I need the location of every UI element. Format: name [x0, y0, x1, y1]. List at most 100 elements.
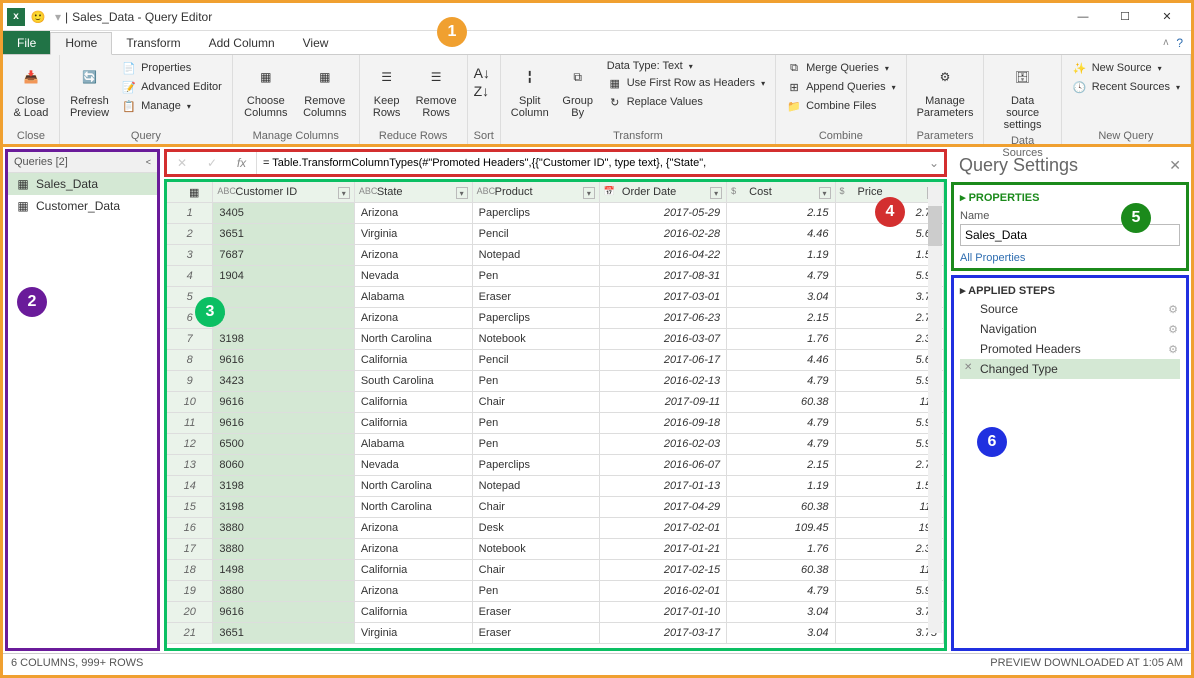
- help-icon[interactable]: ?: [1176, 36, 1183, 50]
- step-delete-icon[interactable]: ✕: [964, 362, 972, 373]
- cell[interactable]: Arizona: [355, 308, 473, 329]
- cell[interactable]: 4.79: [727, 266, 835, 287]
- cell[interactable]: 3.04: [727, 623, 835, 644]
- step-gear-icon[interactable]: ⚙: [1168, 303, 1178, 316]
- new-source-button[interactable]: ✨New Source▾: [1068, 59, 1184, 77]
- split-column-button[interactable]: ╏Split Column: [507, 59, 553, 121]
- cell[interactable]: 4.79: [727, 434, 835, 455]
- applied-step[interactable]: Promoted Headers⚙: [960, 339, 1180, 359]
- cell[interactable]: Alabama: [355, 434, 473, 455]
- cell[interactable]: Nevada: [355, 266, 473, 287]
- table-row[interactable]: 67ArizonaPaperclips2017-06-232.152.79: [167, 308, 944, 329]
- cell[interactable]: 3198: [213, 497, 354, 518]
- merge-queries-button[interactable]: ⧉Merge Queries▾: [782, 59, 900, 77]
- cell[interactable]: Arizona: [355, 245, 473, 266]
- keep-rows-button[interactable]: ☰Keep Rows: [366, 59, 408, 121]
- cell[interactable]: 3651: [213, 224, 354, 245]
- cell[interactable]: Eraser: [473, 623, 600, 644]
- step-gear-icon[interactable]: ⚙: [1168, 323, 1178, 336]
- query-item-sales[interactable]: ▦ Sales_Data: [8, 173, 157, 195]
- table-row[interactable]: 109616CaliforniaChair2017-09-1160.38115: [167, 392, 944, 413]
- cell[interactable]: 2017-05-29: [600, 203, 727, 224]
- column-header[interactable]: ABCCustomer ID▾: [213, 182, 354, 203]
- cell[interactable]: 2016-06-07: [600, 455, 727, 476]
- cell[interactable]: 7: [213, 308, 354, 329]
- cell[interactable]: California: [355, 560, 473, 581]
- cell[interactable]: 9616: [213, 350, 354, 371]
- cell[interactable]: Chair: [473, 497, 600, 518]
- cell[interactable]: Virginia: [355, 224, 473, 245]
- cell[interactable]: 1498: [213, 560, 354, 581]
- row-header-corner[interactable]: ▦: [167, 182, 213, 203]
- sort-desc-button[interactable]: Z↓: [474, 83, 490, 99]
- cell[interactable]: Arizona: [355, 539, 473, 560]
- combine-files-button[interactable]: 📁Combine Files: [782, 97, 900, 115]
- cell[interactable]: 2016-02-28: [600, 224, 727, 245]
- tab-view[interactable]: View: [289, 31, 343, 54]
- filter-icon[interactable]: ▾: [583, 187, 595, 199]
- column-header[interactable]: 📅Order Date▾: [600, 182, 727, 203]
- tab-transform[interactable]: Transform: [112, 31, 194, 54]
- group-by-button[interactable]: ⧉Group By: [557, 59, 599, 121]
- table-row[interactable]: 209616CaliforniaEraser2017-01-103.043.75: [167, 602, 944, 623]
- cell[interactable]: 3880: [213, 581, 354, 602]
- collapse-panel-icon[interactable]: <: [146, 157, 151, 167]
- all-properties-link[interactable]: All Properties: [960, 252, 1180, 264]
- cell[interactable]: Nevada: [355, 455, 473, 476]
- cell[interactable]: Eraser: [473, 602, 600, 623]
- properties-button[interactable]: 📄Properties: [117, 59, 226, 77]
- cell[interactable]: Pen: [473, 434, 600, 455]
- table-row[interactable]: 23651VirginiaPencil2016-02-284.465.65: [167, 224, 944, 245]
- ribbon-collapse-icon[interactable]: ʌ: [1163, 37, 1168, 48]
- minimize-button[interactable]: —: [1063, 5, 1103, 29]
- refresh-preview-button[interactable]: 🔄 Refresh Preview: [66, 59, 113, 121]
- filter-icon[interactable]: ▾: [710, 187, 722, 199]
- cell[interactable]: 3405: [213, 203, 354, 224]
- cell[interactable]: 60.38: [727, 560, 835, 581]
- smiley-icon[interactable]: 🙂: [29, 8, 47, 26]
- cell[interactable]: 4.46: [727, 224, 835, 245]
- cell[interactable]: 2016-03-07: [600, 329, 727, 350]
- cell[interactable]: California: [355, 602, 473, 623]
- manage-button[interactable]: 📋Manage▾: [117, 97, 226, 115]
- applied-step[interactable]: Navigation⚙: [960, 319, 1180, 339]
- table-row[interactable]: 153198North CarolinaChair2017-04-2960.38…: [167, 497, 944, 518]
- cell[interactable]: 2017-08-31: [600, 266, 727, 287]
- cell[interactable]: 2017-03-01: [600, 287, 727, 308]
- cell[interactable]: 2.15: [727, 308, 835, 329]
- cell[interactable]: South Carolina: [355, 371, 473, 392]
- filter-icon[interactable]: ▾: [819, 187, 831, 199]
- cell[interactable]: California: [355, 392, 473, 413]
- cell[interactable]: Notebook: [473, 329, 600, 350]
- advanced-editor-button[interactable]: 📝Advanced Editor: [117, 78, 226, 96]
- cell[interactable]: Pen: [473, 266, 600, 287]
- cell[interactable]: 3423: [213, 371, 354, 392]
- table-row[interactable]: 126500AlabamaPen2016-02-034.795.95: [167, 434, 944, 455]
- cell[interactable]: Arizona: [355, 518, 473, 539]
- table-row[interactable]: 138060NevadaPaperclips2016-06-072.152.79: [167, 455, 944, 476]
- table-row[interactable]: 213651VirginiaEraser2017-03-173.043.75: [167, 623, 944, 644]
- cell[interactable]: 1.19: [727, 245, 835, 266]
- cell[interactable]: 1.19: [727, 476, 835, 497]
- cell[interactable]: California: [355, 413, 473, 434]
- cell[interactable]: Pencil: [473, 224, 600, 245]
- query-item-customer[interactable]: ▦ Customer_Data: [8, 195, 157, 217]
- cell[interactable]: 3.04: [727, 602, 835, 623]
- sort-asc-button[interactable]: A↓: [474, 65, 490, 81]
- cell[interactable]: Pen: [473, 413, 600, 434]
- table-row[interactable]: 119616CaliforniaPen2016-09-184.795.95: [167, 413, 944, 434]
- tab-home[interactable]: Home: [50, 32, 112, 55]
- append-queries-button[interactable]: ⊞Append Queries▾: [782, 78, 900, 96]
- cell[interactable]: 4.79: [727, 371, 835, 392]
- cell[interactable]: 9616: [213, 413, 354, 434]
- table-row[interactable]: 73198North CarolinaNotebook2016-03-071.7…: [167, 329, 944, 350]
- tab-add-column[interactable]: Add Column: [195, 31, 289, 54]
- cell[interactable]: 2017-01-10: [600, 602, 727, 623]
- cell[interactable]: North Carolina: [355, 329, 473, 350]
- cell[interactable]: 9616: [213, 602, 354, 623]
- formula-confirm-icon[interactable]: ✓: [197, 156, 227, 170]
- cell[interactable]: 2017-01-21: [600, 539, 727, 560]
- first-row-headers-button[interactable]: ▦Use First Row as Headers▾: [603, 74, 769, 92]
- cell[interactable]: Paperclips: [473, 455, 600, 476]
- cell[interactable]: Pencil: [473, 350, 600, 371]
